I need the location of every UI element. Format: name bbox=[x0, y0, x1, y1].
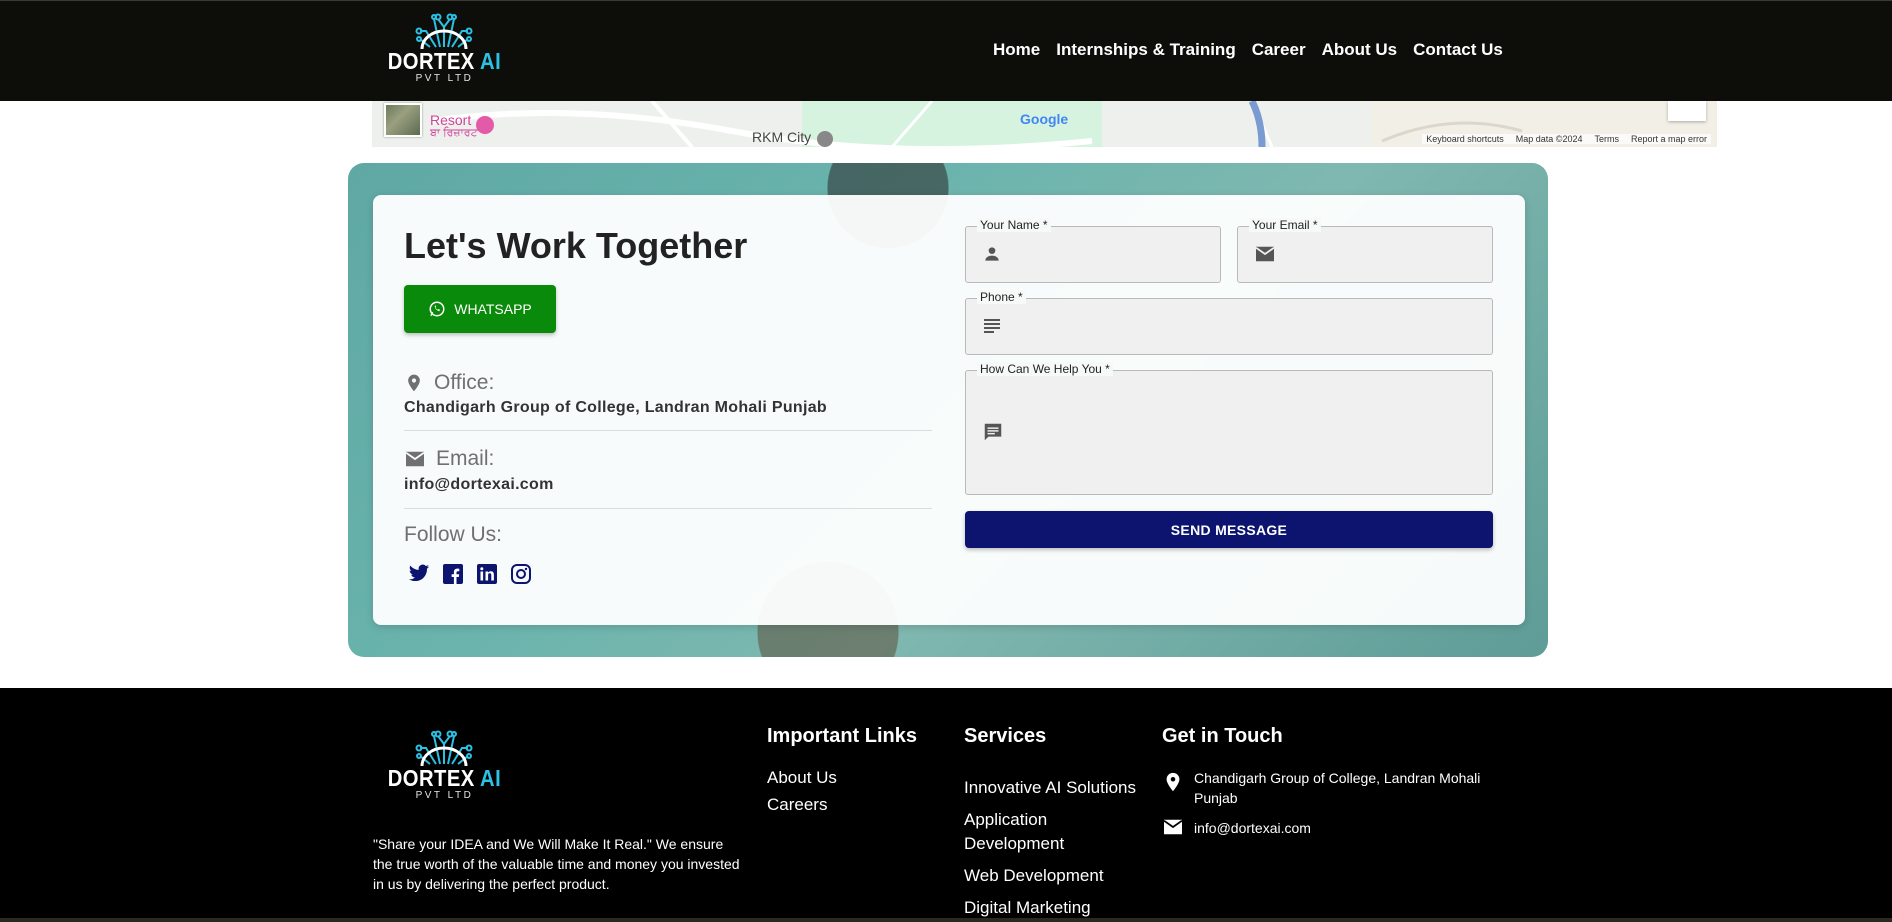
mail-icon bbox=[1163, 819, 1183, 835]
facebook-icon[interactable] bbox=[442, 563, 464, 585]
logo-subtitle: PVT LTD bbox=[415, 790, 474, 801]
site-footer: DORTEX AI PVT LTD "Share your IDEA and W… bbox=[0, 688, 1892, 922]
divider bbox=[404, 430, 932, 431]
logo-wordmark: DORTEX AI bbox=[387, 48, 502, 74]
name-field-label: Your Name * bbox=[977, 218, 1051, 232]
whatsapp-icon bbox=[429, 301, 445, 317]
map-poi-rkm: RKM City bbox=[752, 129, 812, 145]
email-field[interactable]: Your Email * bbox=[1237, 218, 1493, 283]
linkedin-icon[interactable] bbox=[476, 563, 498, 585]
location-pin-icon bbox=[408, 374, 420, 392]
instagram-icon[interactable] bbox=[510, 563, 532, 585]
keyboard-shortcuts-link[interactable]: Keyboard shortcuts bbox=[1426, 134, 1504, 144]
circuit-logo-icon bbox=[415, 13, 473, 49]
circuit-logo-icon bbox=[415, 730, 473, 766]
footer-link-careers[interactable]: Careers bbox=[767, 795, 827, 815]
twitter-icon[interactable] bbox=[408, 563, 430, 585]
mail-icon bbox=[1254, 245, 1276, 268]
map-poi-resort: Resort bbox=[430, 112, 472, 128]
message-input[interactable] bbox=[1018, 381, 1482, 484]
footer-link-about[interactable]: About Us bbox=[767, 768, 837, 788]
map-poi-resort-local: ਬਾ ਰਿਜ਼ਾਰਟ bbox=[430, 127, 478, 139]
report-error-link[interactable]: Report a map error bbox=[1631, 134, 1707, 144]
logo-subtitle: PVT LTD bbox=[415, 73, 474, 84]
footer-address-text: Chandigarh Group of College, Landran Moh… bbox=[1194, 770, 1481, 806]
office-label: Office: bbox=[404, 371, 494, 395]
map-attribution: Keyboard shortcuts Map data ©2024 Terms … bbox=[1422, 134, 1711, 144]
email-value[interactable]: info@dortexai.com bbox=[404, 476, 554, 494]
google-logo: Google bbox=[1020, 111, 1069, 127]
services-heading: Services bbox=[964, 725, 1047, 747]
service-item[interactable]: Web Development bbox=[964, 864, 1144, 888]
name-input[interactable] bbox=[1018, 237, 1210, 272]
important-links-heading: Important Links bbox=[767, 725, 918, 747]
contact-heading: Let's Work Together bbox=[404, 225, 748, 266]
site-header: DORTEX AI PVT LTD Home Internships & Tra… bbox=[0, 0, 1892, 101]
email-label: Email: bbox=[404, 447, 494, 471]
message-field[interactable]: How Can We Help You * bbox=[965, 362, 1493, 495]
mail-icon bbox=[405, 451, 425, 467]
message-field-label: How Can We Help You * bbox=[977, 362, 1113, 376]
footer-address: Chandigarh Group of College, Landran Moh… bbox=[1162, 768, 1502, 808]
satellite-toggle[interactable] bbox=[384, 103, 422, 137]
phone-field-label: Phone * bbox=[977, 290, 1026, 304]
get-in-touch-heading: Get in Touch bbox=[1162, 725, 1283, 747]
header-logo[interactable]: DORTEX AI PVT LTD bbox=[380, 9, 509, 84]
map-data-label: Map data ©2024 bbox=[1515, 134, 1583, 144]
send-message-button[interactable]: SEND MESSAGE bbox=[965, 511, 1493, 548]
divider bbox=[404, 508, 932, 509]
nav-contact[interactable]: Contact Us bbox=[1413, 40, 1503, 60]
name-field[interactable]: Your Name * bbox=[965, 218, 1221, 283]
logo-wordmark: DORTEX AI bbox=[387, 765, 502, 791]
email-input[interactable] bbox=[1290, 237, 1482, 272]
whatsapp-button[interactable]: WHATSAPP bbox=[404, 285, 556, 333]
nav-internships[interactable]: Internships & Training bbox=[1056, 40, 1235, 60]
footer-logo[interactable]: DORTEX AI PVT LTD bbox=[380, 726, 509, 801]
office-address: Chandigarh Group of College, Landran Moh… bbox=[404, 399, 828, 416]
whatsapp-label: WHATSAPP bbox=[454, 301, 532, 317]
social-links bbox=[408, 563, 532, 585]
notes-lines-icon bbox=[982, 317, 1002, 340]
footer-email[interactable]: info@dortexai.com bbox=[1162, 818, 1502, 838]
email-field-label: Your Email * bbox=[1249, 218, 1321, 232]
nav-home[interactable]: Home bbox=[993, 40, 1040, 60]
footer-email-text[interactable]: info@dortexai.com bbox=[1194, 818, 1311, 838]
phone-input[interactable] bbox=[1018, 309, 1482, 344]
main-nav: Home Internships & Training Career About… bbox=[993, 40, 1519, 60]
terms-link[interactable]: Terms bbox=[1594, 134, 1619, 144]
person-icon bbox=[982, 244, 1002, 269]
map-zoom-control[interactable] bbox=[1668, 101, 1706, 121]
chat-bubble-icon bbox=[982, 421, 1004, 448]
location-pin-icon bbox=[1166, 772, 1180, 792]
contact-card: Let's Work Together WHATSAPP Office: Cha… bbox=[373, 195, 1525, 625]
follow-label: Follow Us: bbox=[404, 523, 503, 546]
service-item[interactable]: Digital Marketing bbox=[964, 896, 1144, 920]
nav-career[interactable]: Career bbox=[1252, 40, 1306, 60]
footer-tagline: "Share your IDEA and We Will Make It Rea… bbox=[373, 836, 740, 892]
footer-bottom-edge bbox=[0, 918, 1892, 922]
service-item[interactable]: Innovative AI Solutions bbox=[964, 776, 1144, 800]
embedded-map[interactable]: Resort ਬਾ ਰਿਜ਼ਾਰਟ RKM City Google Keyboa… bbox=[372, 101, 1717, 147]
phone-field[interactable]: Phone * bbox=[965, 290, 1493, 355]
service-item[interactable]: Application Development bbox=[964, 808, 1144, 856]
nav-about[interactable]: About Us bbox=[1322, 40, 1398, 60]
